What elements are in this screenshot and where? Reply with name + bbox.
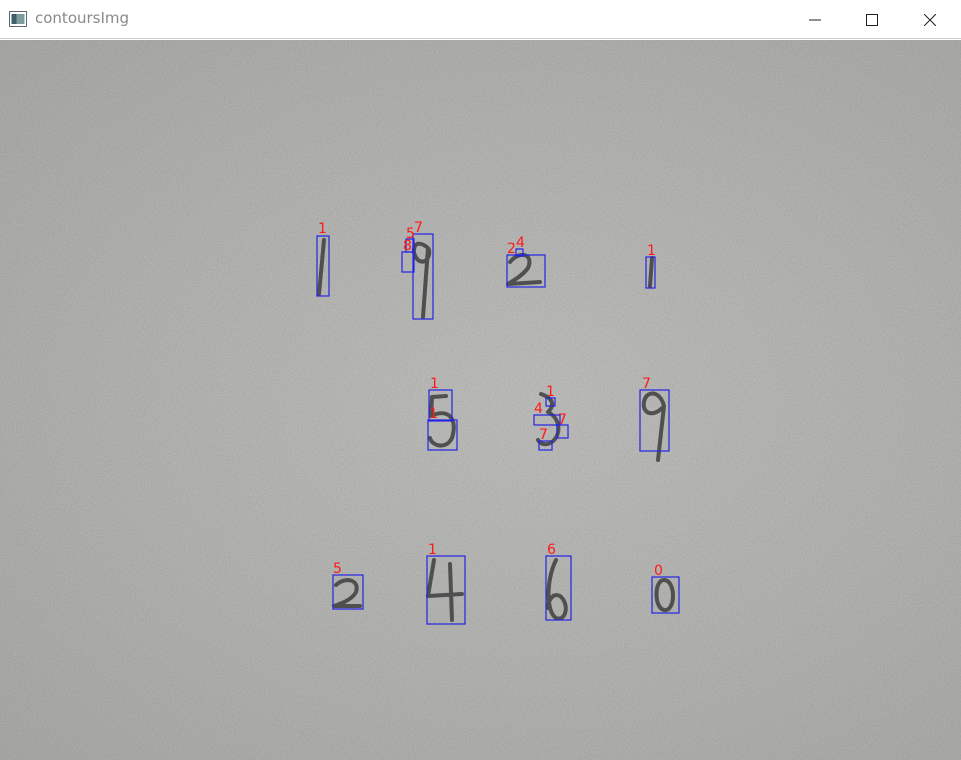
maximize-icon xyxy=(866,13,878,26)
close-icon xyxy=(924,13,936,26)
close-button[interactable] xyxy=(901,0,959,39)
detection-label: 4 xyxy=(534,401,543,417)
detection-label: 1 xyxy=(429,406,438,422)
maximize-button[interactable] xyxy=(843,0,901,39)
window-title: contoursImg xyxy=(35,9,130,27)
image-canvas: 1 7 5 8 4 2 1 1 1 1 4 7 7 7 5 1 6 0 xyxy=(0,40,961,760)
detection-label: 1 xyxy=(546,384,555,400)
detection-label: 1 xyxy=(647,243,656,259)
detection-label: 6 xyxy=(547,542,556,558)
detection-label: 0 xyxy=(654,563,663,579)
detection-label: 7 xyxy=(558,412,567,428)
digit-1-b xyxy=(648,256,654,288)
detection-label: 7 xyxy=(414,220,423,236)
detection-label: 1 xyxy=(430,376,439,392)
detection-label: 7 xyxy=(539,427,548,443)
detection-label: 1 xyxy=(318,221,327,237)
detection-label: 4 xyxy=(516,235,525,251)
detection-label: 8 xyxy=(403,238,412,254)
paper-texture xyxy=(0,40,961,760)
window-titlebar[interactable]: contoursImg xyxy=(0,0,961,39)
minimize-button[interactable] xyxy=(786,0,844,39)
minimize-icon xyxy=(809,19,821,20)
detection-label: 7 xyxy=(642,376,651,392)
detection-label: 5 xyxy=(333,561,342,577)
detection-label: 1 xyxy=(428,542,437,558)
app-window-icon xyxy=(9,11,27,27)
contours-image: 1 7 5 8 4 2 1 1 1 1 4 7 7 7 5 1 6 0 xyxy=(0,40,961,760)
detection-label: 2 xyxy=(507,241,516,257)
